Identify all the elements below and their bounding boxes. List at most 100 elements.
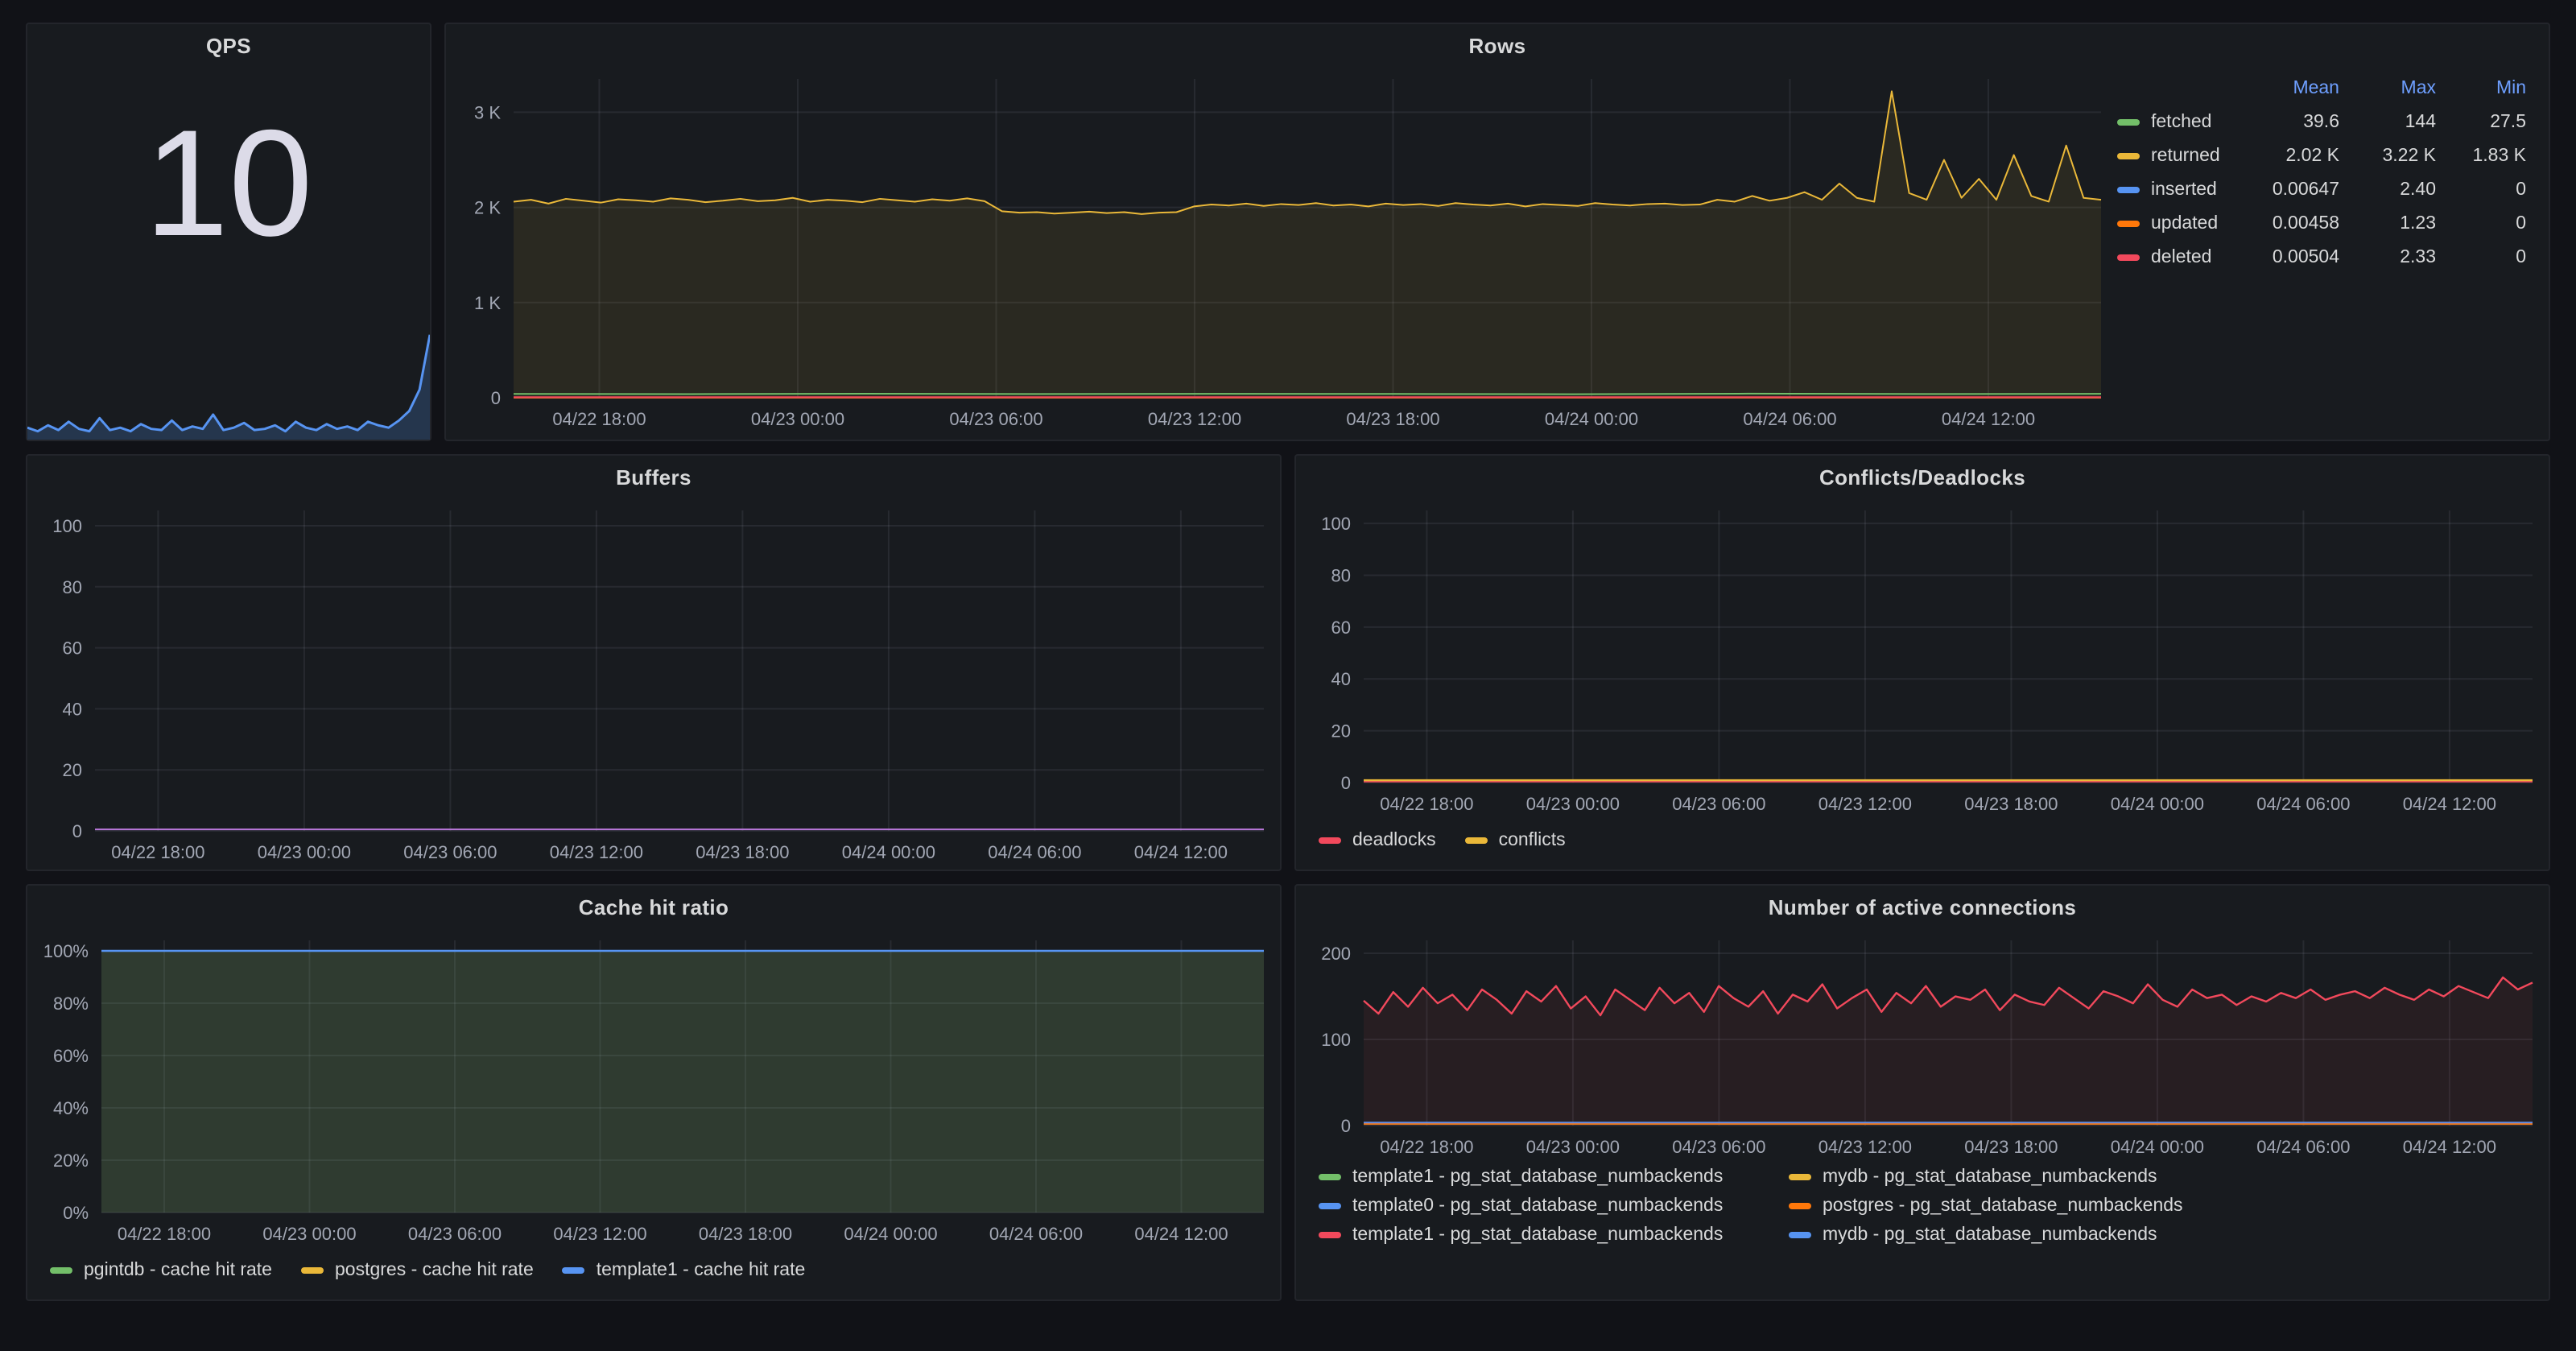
connections-legend-item-4[interactable]: postgres - pg_stat_database_numbackends xyxy=(1789,1196,2533,1216)
series-color-dash xyxy=(301,1267,324,1274)
legend-updated-max: 1.23 xyxy=(2346,214,2436,233)
series-name: template0 - pg_stat_database_numbackends xyxy=(1352,1196,1723,1216)
buffers-chart: 02040608010004/22 18:0004/23 00:0004/23 … xyxy=(27,498,1280,870)
legend-inserted-min: 0 xyxy=(2442,180,2526,200)
qps-sparkline-chart xyxy=(27,311,430,440)
x-tick-label: 04/24 00:00 xyxy=(842,842,935,862)
panel-rows: Rows 01 K2 K3 K04/22 18:0004/23 00:0004/… xyxy=(444,23,2550,441)
qps-big-value: 10 xyxy=(27,66,430,311)
rows-panel-body: 01 K2 K3 K04/22 18:0004/23 00:0004/23 06… xyxy=(446,66,2549,440)
series-line xyxy=(514,91,2101,213)
cache-legend-item-1[interactable]: pgintdb - cache hit rate xyxy=(50,1261,272,1280)
x-tick-label: 04/22 18:00 xyxy=(111,842,204,862)
cache-legend-item-3[interactable]: template1 - cache hit rate xyxy=(563,1261,806,1280)
series-name: template1 - pg_stat_database_numbackends xyxy=(1352,1167,1723,1187)
legend-sort-max[interactable]: Max xyxy=(2346,79,2436,98)
x-tick-label: 04/22 18:00 xyxy=(552,409,646,429)
rows-legend-grid: MeanMaxMinfetched39.614427.5returned2.02… xyxy=(2117,79,2526,267)
conflicts-legend: deadlocks conflicts xyxy=(1296,821,2549,870)
x-tick-label: 04/24 12:00 xyxy=(1942,409,2035,429)
y-tick-label: 0 xyxy=(1341,1116,1351,1136)
y-tick-label: 40 xyxy=(1331,669,1351,689)
y-tick-label: 20% xyxy=(53,1151,89,1171)
panel-title-buffers: Buffers xyxy=(616,465,691,489)
x-tick-label: 04/24 06:00 xyxy=(2256,794,2350,814)
y-tick-label: 100 xyxy=(1321,514,1351,534)
legend-series-deleted[interactable]: deleted xyxy=(2117,248,2233,267)
panel-header-conflicts[interactable]: Conflicts/Deadlocks xyxy=(1296,456,2549,498)
y-tick-label: 200 xyxy=(1321,944,1351,964)
series-color-dash xyxy=(1465,837,1488,844)
dashboard-row-1: QPS 10 Rows 01 K2 K3 K04/22 18:0004/23 0… xyxy=(26,23,2550,441)
y-tick-label: 60 xyxy=(1331,618,1351,638)
series-name: pgintdb - cache hit rate xyxy=(84,1261,272,1280)
x-tick-label: 04/23 06:00 xyxy=(403,842,497,862)
y-tick-label: 0% xyxy=(63,1203,89,1223)
legend-sort-mean[interactable]: Mean xyxy=(2240,79,2339,98)
connections-legend: template1 - pg_stat_database_numbackends… xyxy=(1296,1164,2549,1299)
legend-series-updated[interactable]: updated xyxy=(2117,214,2233,233)
connections-legend-item-2[interactable]: mydb - pg_stat_database_numbackends xyxy=(1789,1167,2533,1187)
x-tick-label: 04/23 06:00 xyxy=(1672,1137,1765,1157)
series-name: mydb - pg_stat_database_numbackends xyxy=(1823,1225,2157,1245)
cache-plot: 0%20%40%60%80%100%04/22 18:0004/23 00:00… xyxy=(27,928,1280,1251)
series-name: returned xyxy=(2151,147,2220,166)
x-tick-label: 04/23 18:00 xyxy=(1964,794,2058,814)
series-color-dash xyxy=(1319,837,1341,844)
connections-legend-item-5[interactable]: template1 - pg_stat_database_numbackends xyxy=(1319,1225,1789,1245)
legend-returned-mean: 2.02 K xyxy=(2240,147,2339,166)
x-tick-label: 04/24 00:00 xyxy=(1545,409,1638,429)
dashboard-row-3: Cache hit ratio 0%20%40%60%80%100%04/22 … xyxy=(26,884,2550,1301)
connections-legend-item-1[interactable]: template1 - pg_stat_database_numbackends xyxy=(1319,1167,1789,1187)
panel-qps: QPS 10 xyxy=(26,23,431,441)
legend-deleted-max: 2.33 xyxy=(2346,248,2436,267)
legend-series-returned[interactable]: returned xyxy=(2117,147,2233,166)
active-connections-chart: 010020004/22 18:0004/23 00:0004/23 06:00… xyxy=(1296,928,2549,1164)
conflicts-legend-item-2[interactable]: conflicts xyxy=(1465,831,1566,850)
x-tick-label: 04/23 18:00 xyxy=(1964,1137,2058,1157)
conflicts-plot: 02040608010004/22 18:0004/23 00:0004/23 … xyxy=(1296,498,2549,821)
series-fill xyxy=(514,91,2101,398)
series-name: inserted xyxy=(2151,180,2217,200)
x-tick-label: 04/22 18:00 xyxy=(1380,794,1473,814)
series-color-dash xyxy=(1319,1232,1341,1238)
series-fill xyxy=(101,951,1264,1213)
cache-hit-ratio-chart: 0%20%40%60%80%100%04/22 18:0004/23 00:00… xyxy=(27,928,1280,1251)
x-tick-label: 04/23 00:00 xyxy=(1526,794,1620,814)
legend-series-fetched[interactable]: fetched xyxy=(2117,113,2233,132)
y-tick-label: 80 xyxy=(63,577,82,597)
y-tick-label: 100% xyxy=(43,941,89,961)
conflicts-chart: 02040608010004/22 18:0004/23 00:0004/23 … xyxy=(1296,498,2549,821)
panel-title-rows: Rows xyxy=(1469,33,1526,57)
series-name: conflicts xyxy=(1499,831,1566,850)
series-color-dash xyxy=(1789,1232,1811,1238)
legend-updated-mean: 0.00458 xyxy=(2240,214,2339,233)
y-tick-label: 100 xyxy=(52,516,82,536)
cache-legend-item-2[interactable]: postgres - cache hit rate xyxy=(301,1261,534,1280)
connections-legend-item-6[interactable]: mydb - pg_stat_database_numbackends xyxy=(1789,1225,2533,1245)
connections-legend-item-3[interactable]: template0 - pg_stat_database_numbackends xyxy=(1319,1196,1789,1216)
y-tick-label: 3 K xyxy=(474,102,501,122)
legend-returned-max: 3.22 K xyxy=(2346,147,2436,166)
panel-header-rows[interactable]: Rows xyxy=(446,24,2549,66)
panel-header-connections[interactable]: Number of active connections xyxy=(1296,886,2549,928)
panel-header-buffers[interactable]: Buffers xyxy=(27,456,1280,498)
series-name: postgres - cache hit rate xyxy=(335,1261,534,1280)
series-name: postgres - pg_stat_database_numbackends xyxy=(1823,1196,2183,1216)
x-tick-label: 04/23 00:00 xyxy=(258,842,351,862)
y-tick-label: 80 xyxy=(1331,565,1351,585)
series-color-dash xyxy=(1789,1174,1811,1180)
series-name: fetched xyxy=(2151,113,2211,132)
conflicts-legend-item-1[interactable]: deadlocks xyxy=(1319,831,1436,850)
legend-series-inserted[interactable]: inserted xyxy=(2117,180,2233,200)
legend-deleted-min: 0 xyxy=(2442,248,2526,267)
x-tick-label: 04/24 12:00 xyxy=(1134,842,1228,862)
legend-sort-min[interactable]: Min xyxy=(2442,79,2526,98)
x-tick-label: 04/23 00:00 xyxy=(262,1224,356,1244)
panel-header-cache[interactable]: Cache hit ratio xyxy=(27,886,1280,928)
x-tick-label: 04/24 06:00 xyxy=(989,1224,1083,1244)
panel-header-qps[interactable]: QPS xyxy=(27,24,430,66)
y-tick-label: 0 xyxy=(1341,773,1351,793)
series-color-dash xyxy=(2117,221,2140,227)
x-tick-label: 04/23 18:00 xyxy=(696,842,789,862)
